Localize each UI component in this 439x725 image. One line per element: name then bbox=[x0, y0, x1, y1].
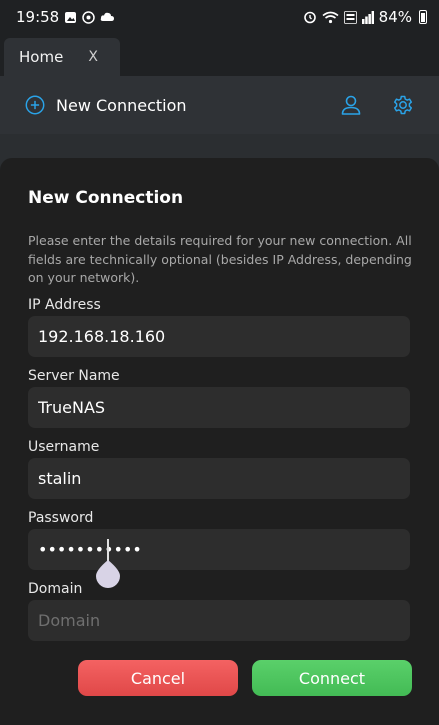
status-left: 19:58 bbox=[16, 8, 115, 26]
gear-icon[interactable] bbox=[391, 93, 415, 117]
domain-field[interactable] bbox=[28, 600, 410, 641]
battery-level: 84% bbox=[378, 8, 412, 26]
toolbar-actions bbox=[339, 93, 415, 117]
wifi-icon bbox=[322, 11, 339, 23]
cancel-button[interactable]: Cancel bbox=[78, 660, 238, 696]
password-label: Password bbox=[28, 510, 94, 526]
new-connection-label: New Connection bbox=[56, 95, 187, 115]
connect-button[interactable]: Connect bbox=[252, 660, 412, 696]
add-circle-icon bbox=[25, 95, 45, 115]
password-field[interactable] bbox=[28, 529, 410, 570]
tab-home-label: Home bbox=[19, 48, 64, 66]
tab-home[interactable]: Home X bbox=[4, 38, 120, 76]
alarm-icon bbox=[303, 11, 316, 24]
whatsapp-icon bbox=[82, 10, 95, 24]
toolbar: New Connection bbox=[0, 76, 439, 134]
user-icon[interactable] bbox=[339, 93, 363, 117]
cloud-icon bbox=[100, 12, 115, 21]
status-right: 84% bbox=[303, 8, 427, 26]
battery-icon bbox=[419, 10, 427, 24]
username-field[interactable] bbox=[28, 458, 410, 499]
volte-icon bbox=[343, 10, 357, 24]
username-label: Username bbox=[28, 439, 100, 455]
server-name-label: Server Name bbox=[28, 368, 120, 384]
cursor-handle-icon[interactable] bbox=[96, 560, 120, 588]
domain-label: Domain bbox=[28, 581, 83, 597]
status-bar: 19:58 84% bbox=[0, 0, 439, 34]
status-time: 19:58 bbox=[16, 8, 60, 26]
new-connection-dialog: New Connection Please enter the details … bbox=[0, 158, 439, 725]
dialog-title: New Connection bbox=[28, 188, 184, 208]
gallery-icon bbox=[65, 11, 77, 23]
tab-close-button[interactable]: X bbox=[88, 49, 98, 65]
new-connection-button[interactable]: New Connection bbox=[24, 94, 187, 116]
ip-address-field[interactable] bbox=[28, 316, 410, 357]
server-name-field[interactable] bbox=[28, 387, 410, 428]
dialog-description: Please enter the details required for yo… bbox=[28, 233, 412, 285]
tab-strip: Home X bbox=[0, 34, 439, 76]
signal-icon bbox=[361, 10, 374, 24]
ip-address-label: IP Address bbox=[28, 297, 101, 313]
